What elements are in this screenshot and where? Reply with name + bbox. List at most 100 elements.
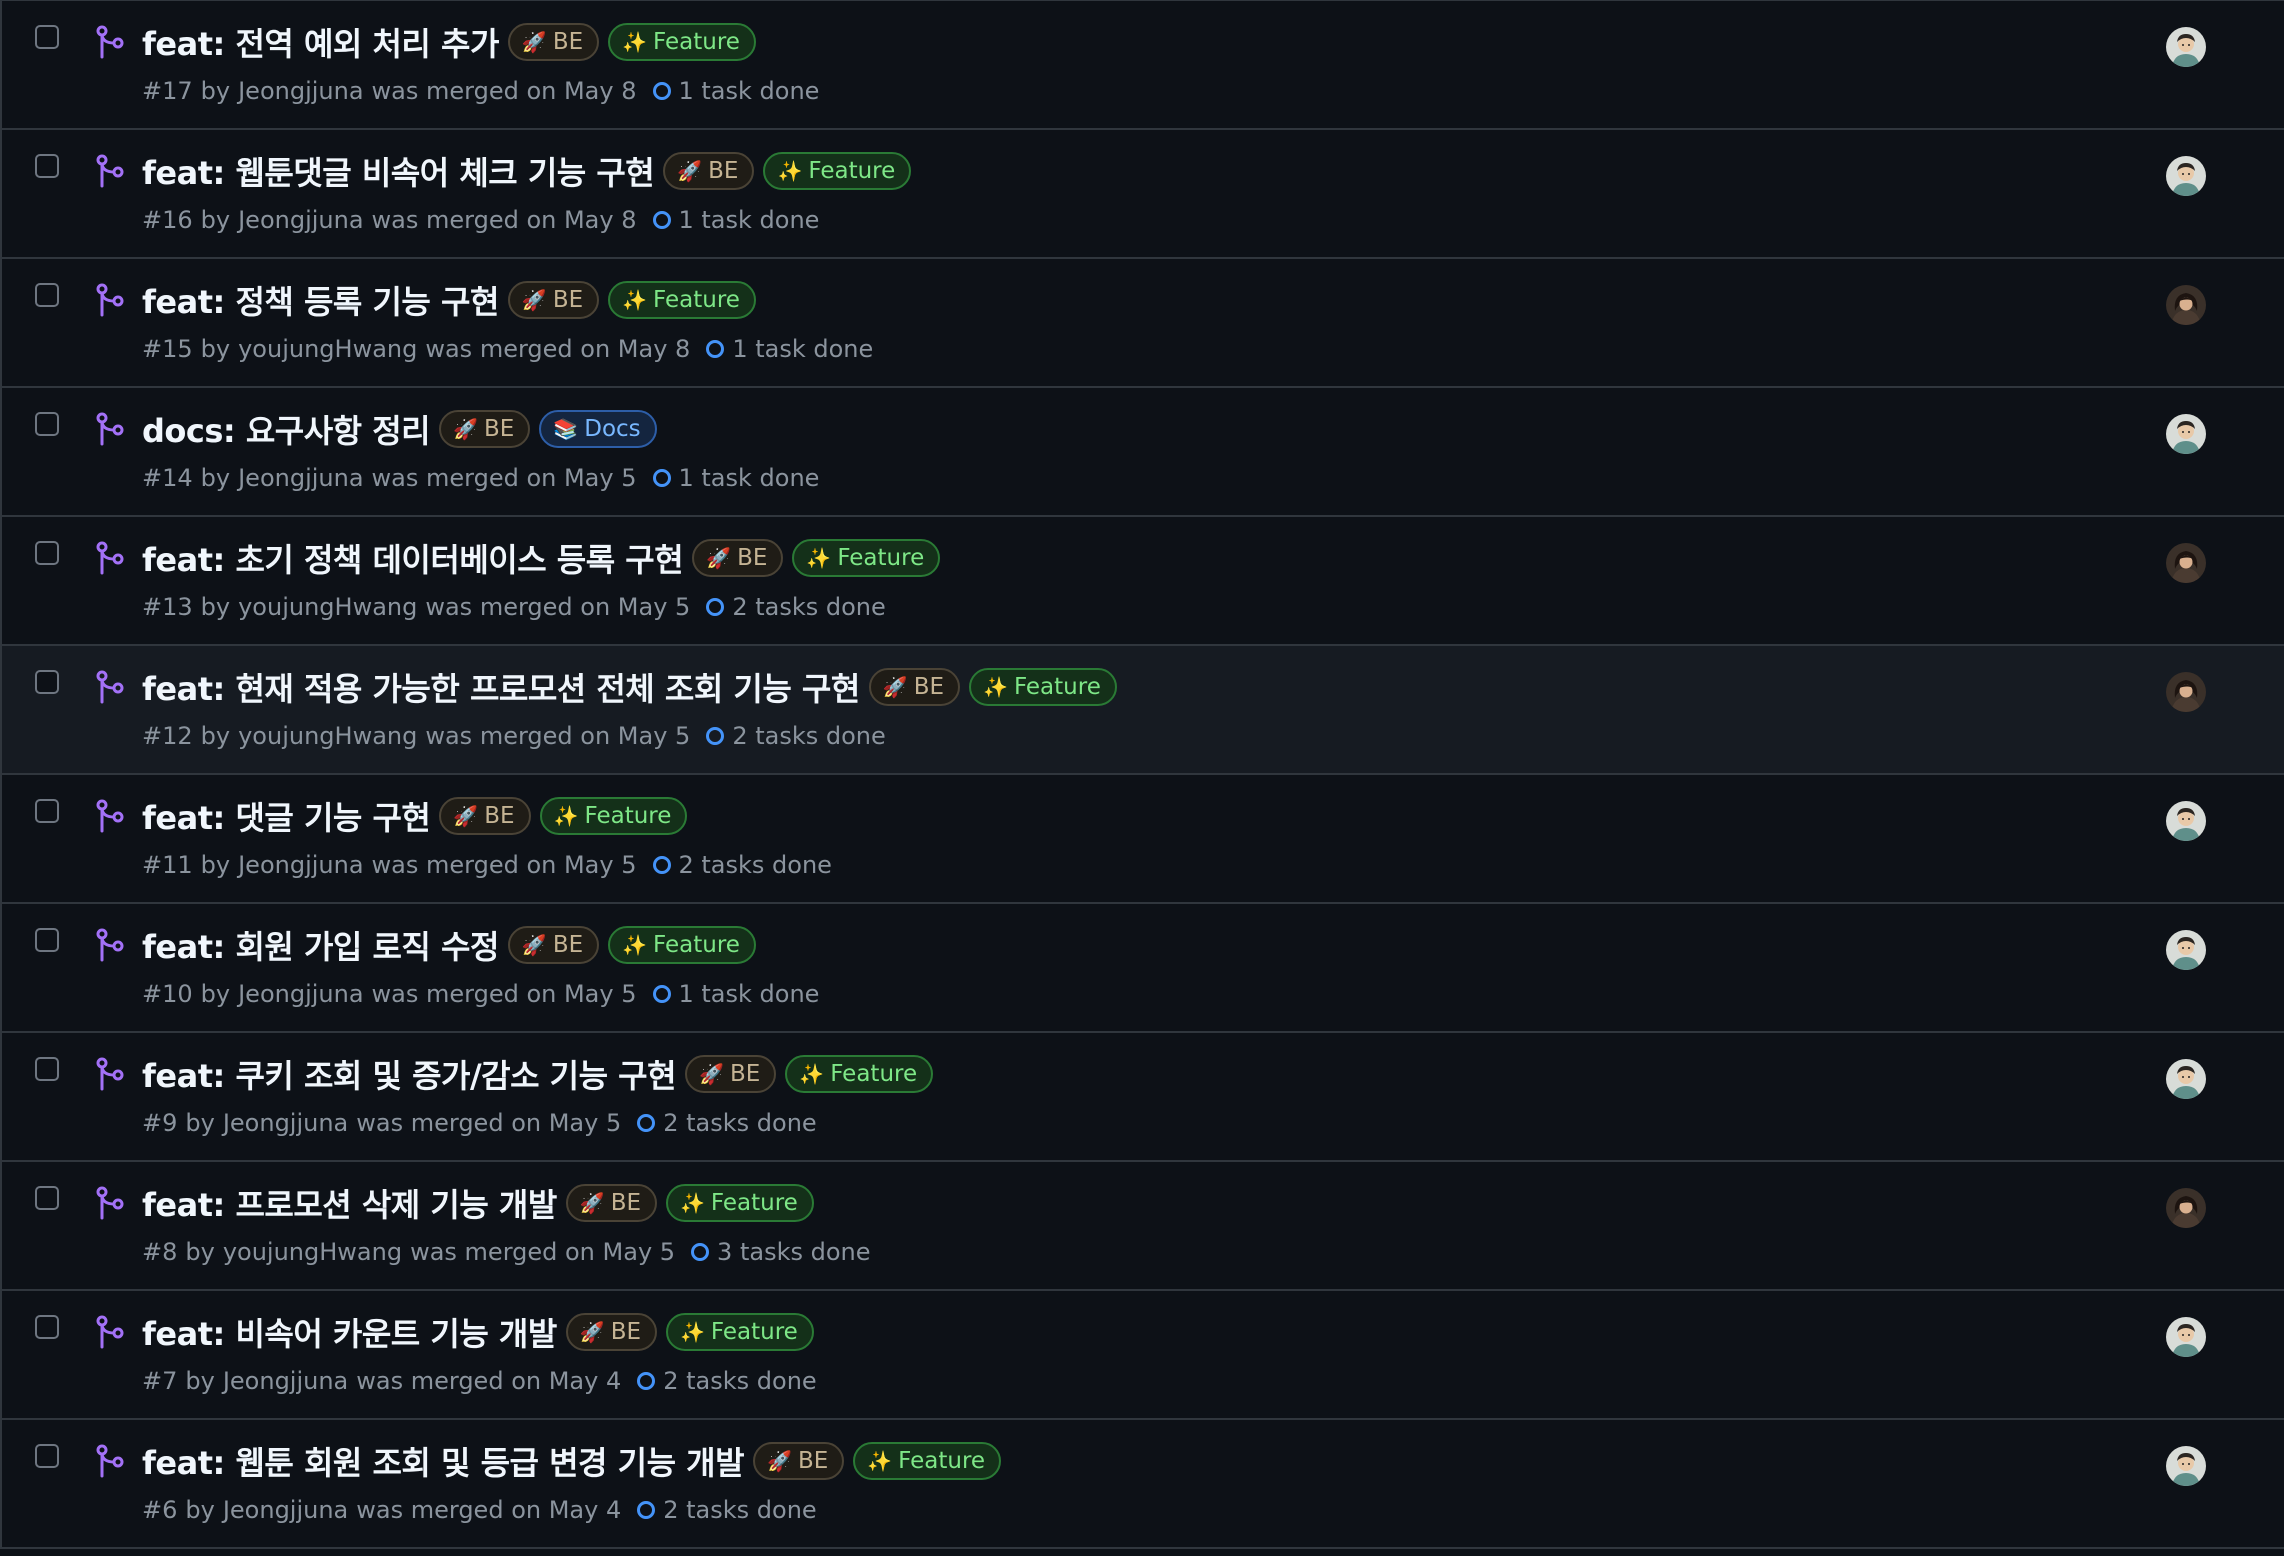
- label-be[interactable]: 🚀 BE: [439, 410, 531, 448]
- author-link[interactable]: youjungHwang: [238, 722, 417, 750]
- label-feature[interactable]: ✨ Feature: [608, 23, 756, 61]
- pull-request-row-16[interactable]: feat: 웹툰댓글 비속어 체크 기능 구현 🚀 BE ✨ Feature #16 …: [0, 130, 2284, 259]
- author-link[interactable]: youjungHwang: [238, 593, 417, 621]
- pull-request-title[interactable]: feat: 프로모션 삭제 기능 개발: [142, 1180, 557, 1226]
- label-feature[interactable]: ✨ Feature: [785, 1055, 934, 1093]
- select-checkbox[interactable]: [35, 25, 59, 49]
- label-feature[interactable]: ✨ Feature: [666, 1313, 814, 1351]
- pull-request-row-9[interactable]: feat: 쿠키 조회 및 증가/감소 기능 구현 🚀 BE ✨ Feature #9…: [0, 1033, 2284, 1162]
- pull-request-title[interactable]: feat: 웹툰댓글 비속어 체크 기능 구현: [142, 148, 655, 194]
- label-be[interactable]: 🚀 BE: [663, 152, 755, 190]
- label-feature[interactable]: ✨ Feature: [666, 1184, 814, 1222]
- author-link[interactable]: Jeongjjuna: [238, 980, 363, 1008]
- author-link[interactable]: youjungHwang: [223, 1238, 402, 1266]
- assignee-avatar[interactable]: [2166, 156, 2206, 196]
- select-checkbox[interactable]: [35, 799, 59, 823]
- author-link[interactable]: Jeongjjuna: [238, 464, 363, 492]
- task-count[interactable]: 2 tasks done: [663, 1367, 816, 1395]
- task-count[interactable]: 2 tasks done: [732, 593, 885, 621]
- pull-request-row-13[interactable]: feat: 초기 정책 데이터베이스 등록 구현 🚀 BE ✨ Feature #13…: [0, 517, 2284, 646]
- label-be[interactable]: 🚀 BE: [685, 1055, 777, 1093]
- task-count[interactable]: 1 task done: [679, 980, 820, 1008]
- select-checkbox[interactable]: [35, 283, 59, 307]
- label-feature[interactable]: ✨ Feature: [763, 152, 912, 190]
- assignee-avatar[interactable]: [2166, 27, 2206, 67]
- assignee-avatar[interactable]: [2166, 672, 2206, 712]
- pull-request-title[interactable]: feat: 현재 적용 가능한 프로모션 전체 조회 기능 구현: [142, 664, 860, 710]
- author-link[interactable]: Jeongjjuna: [223, 1496, 348, 1524]
- label-feature[interactable]: ✨ Feature: [539, 797, 688, 835]
- label-be[interactable]: 🚀 BE: [507, 281, 600, 319]
- assignee-avatar[interactable]: [2166, 930, 2206, 970]
- select-checkbox[interactable]: [35, 1444, 59, 1468]
- task-count[interactable]: 2 tasks done: [663, 1496, 816, 1524]
- author-link[interactable]: Jeongjjuna: [238, 77, 363, 105]
- task-count[interactable]: 1 task done: [679, 77, 820, 105]
- label-be[interactable]: 🚀 BE: [565, 1313, 657, 1351]
- task-count[interactable]: 1 task done: [679, 206, 820, 234]
- label-be[interactable]: 🚀 BE: [868, 668, 961, 706]
- pull-request-row-11[interactable]: feat: 댓글 기능 구현 🚀 BE ✨ Feature #11 by Jeongj…: [0, 775, 2284, 904]
- pull-request-row-12[interactable]: feat: 현재 적용 가능한 프로모션 전체 조회 기능 구현 🚀 BE ✨ Fea…: [0, 646, 2284, 775]
- label-feature[interactable]: ✨ Feature: [969, 668, 1117, 706]
- label-docs[interactable]: 📚 Docs: [539, 410, 657, 448]
- author-link[interactable]: Jeongjjuna: [223, 1367, 348, 1395]
- label-feature[interactable]: ✨ Feature: [792, 539, 941, 577]
- select-checkbox[interactable]: [35, 412, 59, 436]
- label-be[interactable]: 🚀 BE: [753, 1442, 845, 1480]
- select-checkbox[interactable]: [35, 541, 59, 565]
- pull-request-title[interactable]: feat: 쿠키 조회 및 증가/감소 기능 구현: [142, 1051, 677, 1097]
- select-checkbox[interactable]: [35, 154, 59, 178]
- pull-request-row-15[interactable]: feat: 정책 등록 기능 구현 🚀 BE ✨ Feature #15 by you…: [0, 259, 2284, 388]
- assignee-avatar[interactable]: [2166, 285, 2206, 325]
- assignee-avatar[interactable]: [2166, 1059, 2206, 1099]
- task-count[interactable]: 2 tasks done: [732, 722, 885, 750]
- pull-request-row-10[interactable]: feat: 회원 가입 로직 수정 🚀 BE ✨ Feature #10 by Jeo…: [0, 904, 2284, 1033]
- assignee-avatar[interactable]: [2166, 414, 2206, 454]
- pull-request-title[interactable]: feat: 비속어 카운트 기능 개발: [142, 1309, 557, 1355]
- pull-request-title[interactable]: docs: 요구사항 정리: [142, 406, 431, 452]
- label-be[interactable]: 🚀 BE: [692, 539, 784, 577]
- select-checkbox[interactable]: [35, 1057, 59, 1081]
- assignee-avatar[interactable]: [2166, 801, 2206, 841]
- author-link[interactable]: Jeongjjuna: [223, 1109, 348, 1137]
- label-be[interactable]: 🚀 BE: [507, 23, 600, 61]
- pull-request-row-6[interactable]: feat: 웹툰 회원 조회 및 등급 변경 기능 개발 🚀 BE ✨ Feature…: [0, 1420, 2284, 1549]
- task-count[interactable]: 3 tasks done: [717, 1238, 870, 1266]
- label-be[interactable]: 🚀 BE: [439, 797, 531, 835]
- label-feature[interactable]: ✨ Feature: [853, 1442, 1002, 1480]
- assignee-avatar[interactable]: [2166, 1446, 2206, 1486]
- task-count[interactable]: 1 task done: [732, 335, 873, 363]
- author-link[interactable]: youjungHwang: [238, 335, 417, 363]
- pull-request-title[interactable]: feat: 회원 가입 로직 수정: [142, 922, 499, 968]
- pull-request-title[interactable]: feat: 정책 등록 기능 구현: [142, 277, 499, 323]
- pull-request-title[interactable]: feat: 댓글 기능 구현: [142, 793, 431, 839]
- assignee-avatar[interactable]: [2166, 1188, 2206, 1228]
- title-line: feat: 현재 적용 가능한 프로모션 전체 조회 기능 구현 🚀 BE ✨ Fea…: [142, 664, 1117, 710]
- author-link[interactable]: Jeongjjuna: [238, 851, 363, 879]
- task-count[interactable]: 2 tasks done: [663, 1109, 816, 1137]
- pull-request-row-7[interactable]: feat: 비속어 카운트 기능 개발 🚀 BE ✨ Feature #7 by Je…: [0, 1291, 2284, 1420]
- select-checkbox[interactable]: [35, 928, 59, 952]
- pull-request-row-14[interactable]: docs: 요구사항 정리 🚀 BE 📚 Docs #14 by Jeongjjuna…: [0, 388, 2284, 517]
- pull-request-title[interactable]: feat: 웹툰 회원 조회 및 등급 변경 기능 개발: [142, 1438, 745, 1484]
- label-feature[interactable]: ✨ Feature: [608, 926, 756, 964]
- task-count[interactable]: 2 tasks done: [679, 851, 832, 879]
- select-checkbox[interactable]: [35, 670, 59, 694]
- select-checkbox[interactable]: [35, 1186, 59, 1210]
- pull-request-title[interactable]: feat: 전역 예외 처리 추가: [142, 19, 499, 65]
- label-feature[interactable]: ✨ Feature: [608, 281, 756, 319]
- pull-request-row-8[interactable]: feat: 프로모션 삭제 기능 개발 🚀 BE ✨ Feature #8 by yo…: [0, 1162, 2284, 1291]
- task-count[interactable]: 1 task done: [679, 464, 820, 492]
- assignee-avatar[interactable]: [2166, 1317, 2206, 1357]
- pull-request-row-17[interactable]: feat: 전역 예외 처리 추가 🚀 BE ✨ Feature #17 by Jeo…: [0, 1, 2284, 130]
- sparkles-icon: ✨: [799, 1062, 825, 1086]
- by-text: by: [200, 464, 231, 492]
- label-be[interactable]: 🚀 BE: [507, 926, 600, 964]
- author-link[interactable]: Jeongjjuna: [238, 206, 363, 234]
- assignee-avatar[interactable]: [2166, 543, 2206, 583]
- label-be[interactable]: 🚀 BE: [565, 1184, 657, 1222]
- select-checkbox[interactable]: [35, 1315, 59, 1339]
- pull-request-title[interactable]: feat: 초기 정책 데이터베이스 등록 구현: [142, 535, 684, 581]
- pull-request-meta: #9 by Jeongjjuna was merged on May 5 2 t…: [142, 1109, 817, 1137]
